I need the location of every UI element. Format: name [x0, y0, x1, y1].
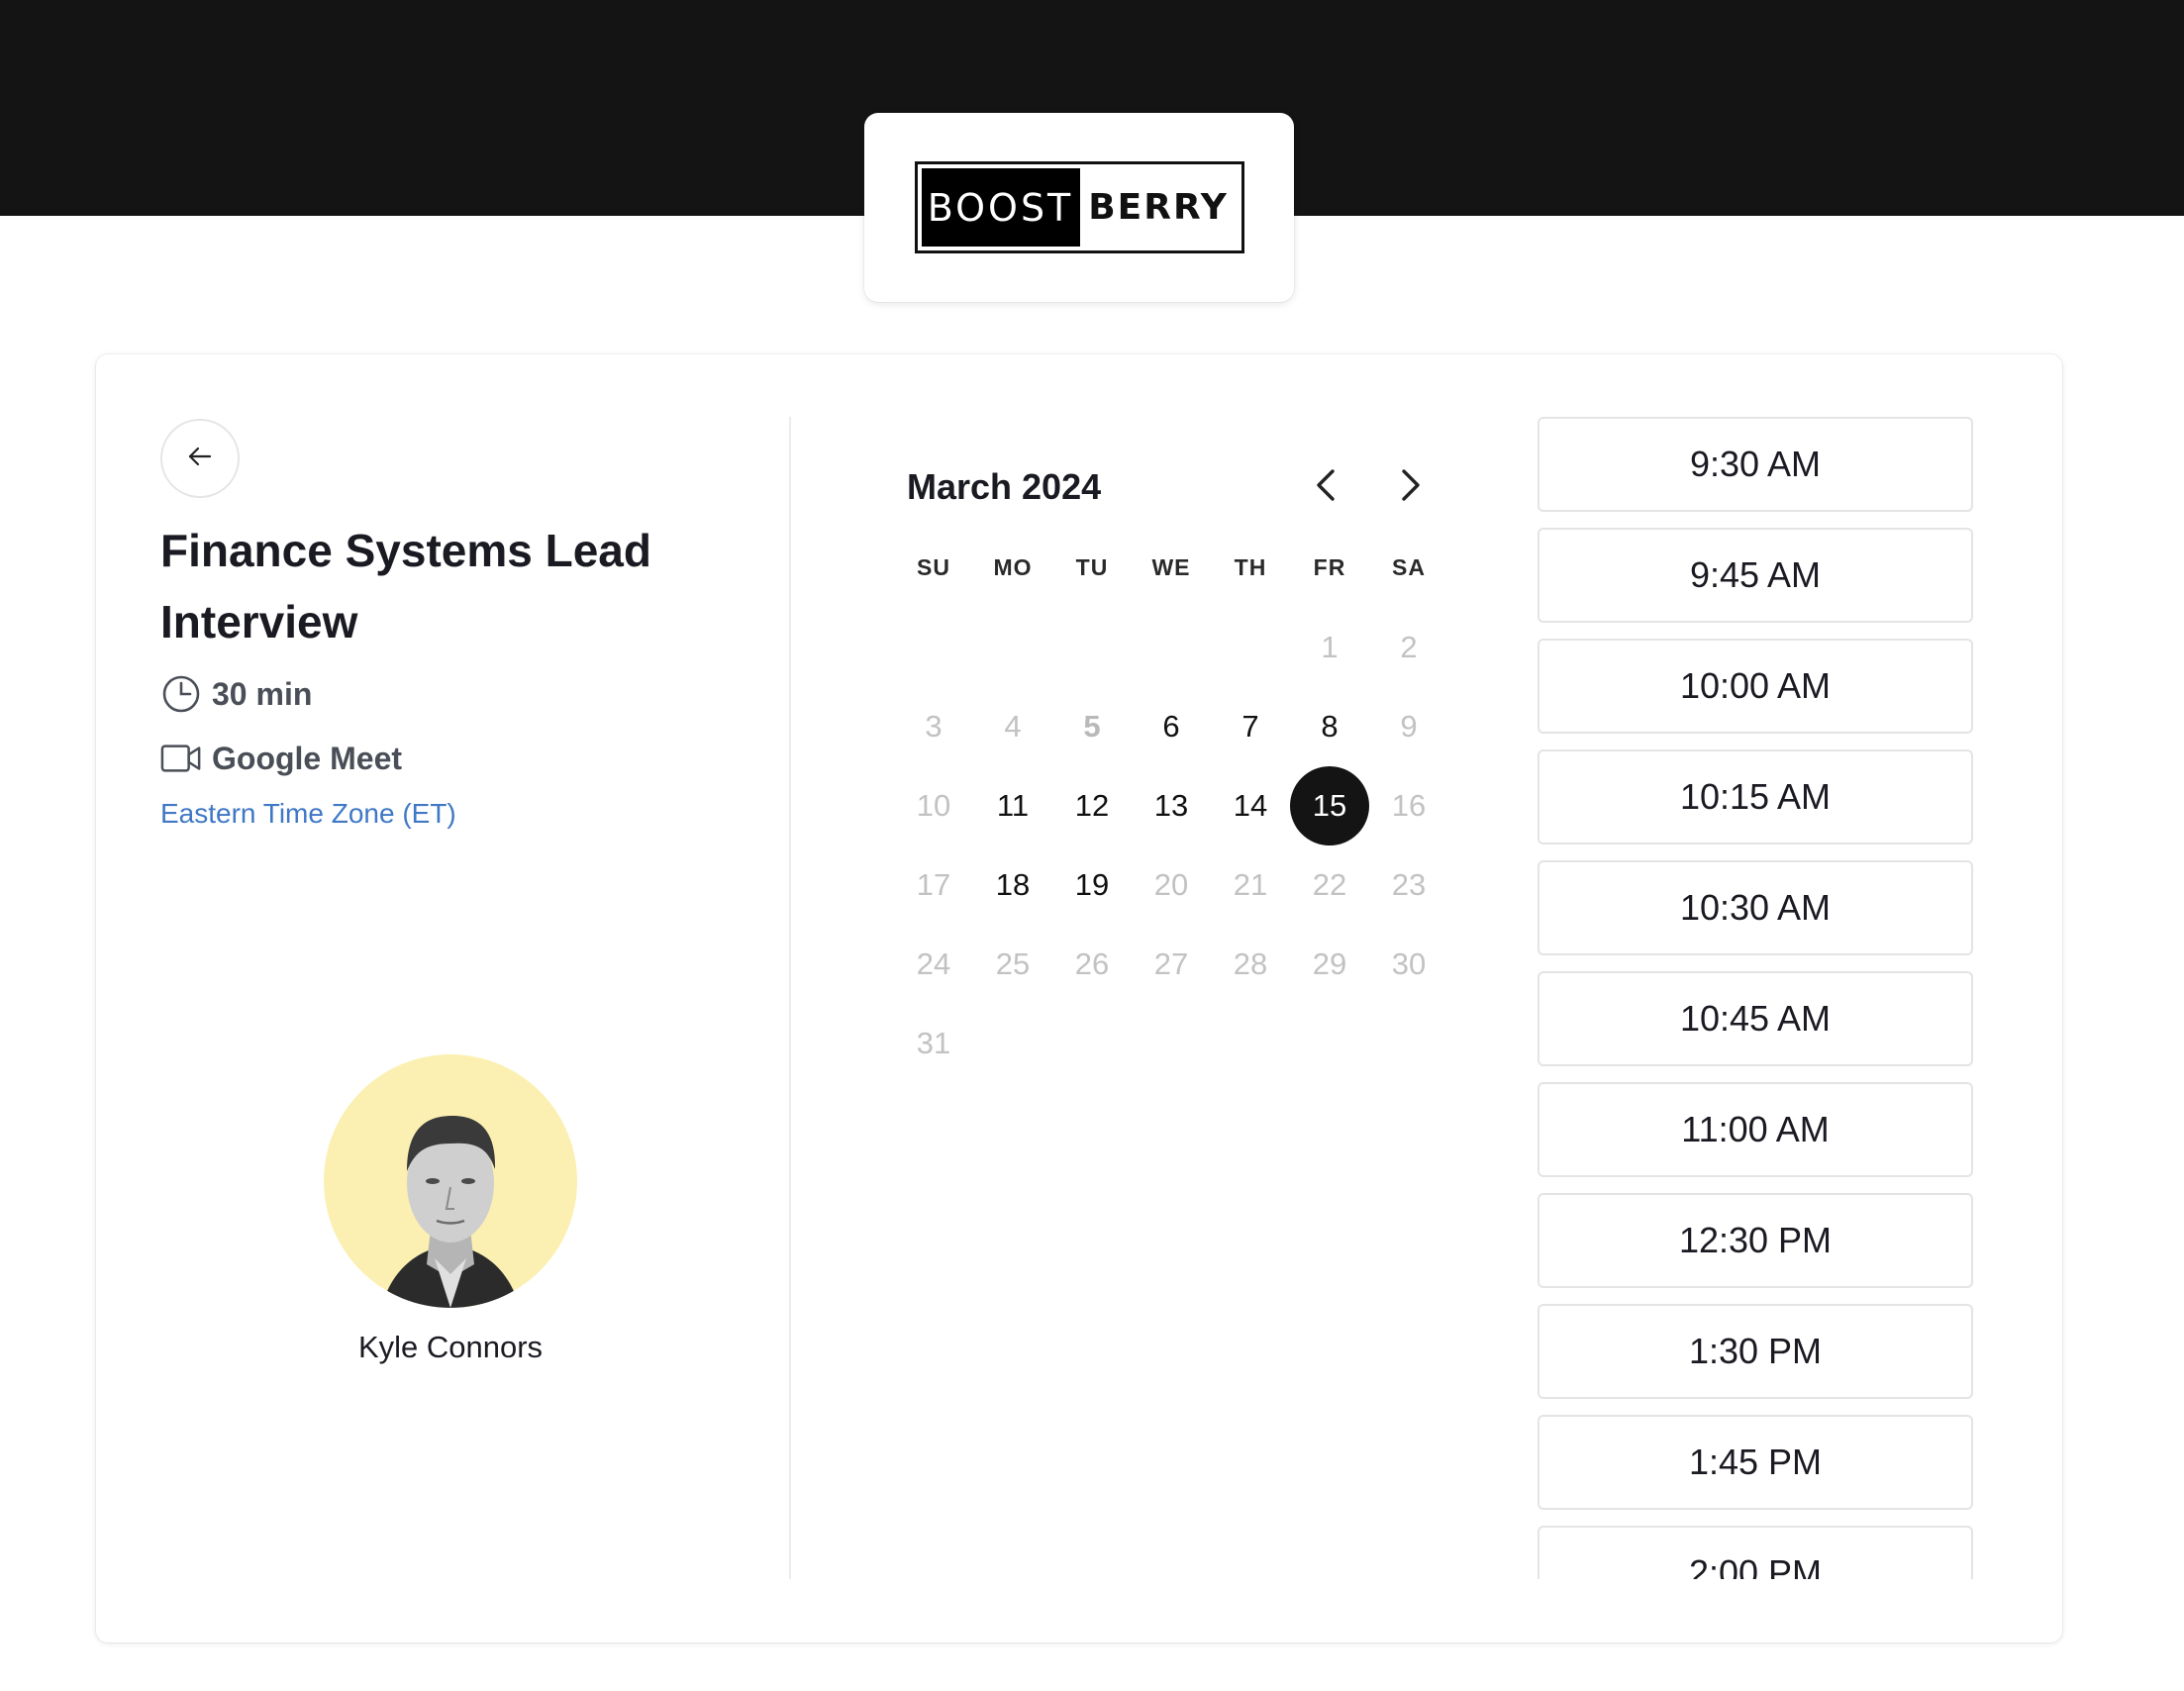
calendar-day-7[interactable]: 7: [1211, 687, 1290, 766]
calendar-day-18[interactable]: 18: [973, 846, 1052, 925]
calendar-day-28: 28: [1233, 946, 1268, 981]
calendar-day-20: 20: [1153, 867, 1189, 902]
timezone-link[interactable]: Eastern Time Zone (ET): [160, 798, 456, 830]
previous-month-button[interactable]: [1301, 461, 1352, 513]
calendar-day-17: 17: [916, 867, 951, 902]
column-divider: [789, 417, 791, 1579]
weekday-header-tu: TU: [1075, 554, 1109, 580]
calendar-day-27: 27: [1153, 946, 1189, 981]
weekday-header-we: WE: [1151, 554, 1191, 580]
clock-icon: [160, 673, 202, 715]
back-button[interactable]: [160, 419, 240, 498]
arrow-left-icon: [185, 442, 215, 476]
host-name: Kyle Connors: [357, 1330, 544, 1364]
calendar-day-23: 23: [1391, 867, 1427, 902]
time-slot-button[interactable]: 12:30 PM: [1538, 1193, 1973, 1288]
calendar-day-8[interactable]: 8: [1290, 687, 1369, 766]
location-text: Google Meet: [212, 740, 403, 776]
calendar-day-1: 1: [1321, 630, 1339, 664]
location-row: Google Meet: [160, 738, 402, 779]
calendar-day-5: 5: [1083, 709, 1101, 744]
calendar-day-4: 4: [1004, 709, 1022, 744]
video-camera-icon: [160, 738, 202, 779]
calendar-day-19[interactable]: 19: [1052, 846, 1132, 925]
calendar-month-label: March 2024: [907, 466, 1102, 507]
calendar-day-24: 24: [916, 946, 951, 981]
calendar-day-31: 31: [916, 1026, 951, 1060]
calendar-day-13[interactable]: 13: [1132, 766, 1211, 846]
time-slot-button[interactable]: 1:45 PM: [1538, 1415, 1973, 1510]
calendar-day-26: 26: [1074, 946, 1110, 981]
calendar-day-3: 3: [925, 709, 943, 744]
event-title: Finance Systems Lead Interview: [160, 525, 651, 647]
brand-logo-boost: BOOST: [921, 168, 1080, 247]
host-avatar: [324, 1054, 577, 1308]
time-slot-button[interactable]: 1:30 PM: [1538, 1304, 1973, 1399]
calendar-day-22: 22: [1312, 867, 1347, 902]
calendar-day-30: 30: [1391, 946, 1427, 981]
calendar-day-10: 10: [916, 788, 951, 823]
weekday-header-mo: MO: [993, 554, 1033, 580]
time-slot-button[interactable]: 9:30 AM: [1538, 417, 1973, 512]
duration-text: 30 min: [212, 675, 313, 712]
time-slot-button[interactable]: 10:00 AM: [1538, 639, 1973, 734]
next-month-button[interactable]: [1384, 461, 1436, 513]
calendar-day-25: 25: [995, 946, 1031, 981]
brand-logo-card: BOOST BERRY: [864, 113, 1294, 302]
chevron-right-icon: [1396, 467, 1424, 508]
time-slot-button[interactable]: 10:45 AM: [1538, 971, 1973, 1066]
calendar-day-21: 21: [1233, 867, 1268, 902]
time-slot-button[interactable]: 11:00 AM: [1538, 1082, 1973, 1177]
weekday-header-th: TH: [1234, 554, 1267, 580]
calendar-day-16: 16: [1391, 788, 1427, 823]
weekday-header-su: SU: [917, 554, 950, 580]
calendar-day-2: 2: [1400, 630, 1418, 664]
calendar-day-14[interactable]: 14: [1211, 766, 1290, 846]
time-slot-button[interactable]: 9:45 AM: [1538, 528, 1973, 623]
calendar-day-15[interactable]: 15: [1290, 766, 1369, 846]
calendar-day-6[interactable]: 6: [1132, 687, 1211, 766]
brand-logo: BOOST BERRY: [914, 161, 1244, 253]
host-portrait-image: [381, 1116, 520, 1308]
weekday-header-fr: FR: [1313, 554, 1346, 580]
calendar-day-9: 9: [1400, 709, 1418, 744]
duration-row: 30 min: [160, 673, 312, 715]
calendar-day-11[interactable]: 11: [973, 766, 1052, 846]
calendar-day-12[interactable]: 12: [1052, 766, 1132, 846]
time-slot-button[interactable]: 2:00 PM: [1538, 1526, 1973, 1579]
calendar-day-29: 29: [1312, 946, 1347, 981]
time-slot-button[interactable]: 10:30 AM: [1538, 860, 1973, 955]
time-slot-list: 9:30 AM 9:45 AM 10:00 AM 10:15 AM 10:30 AM 10…: [1537, 417, 1974, 1579]
weekday-header-sa: SA: [1392, 554, 1426, 580]
time-slot-button[interactable]: 10:15 AM: [1538, 749, 1973, 845]
chevron-left-icon: [1313, 467, 1340, 508]
brand-logo-berry: BERRY: [1088, 187, 1229, 228]
